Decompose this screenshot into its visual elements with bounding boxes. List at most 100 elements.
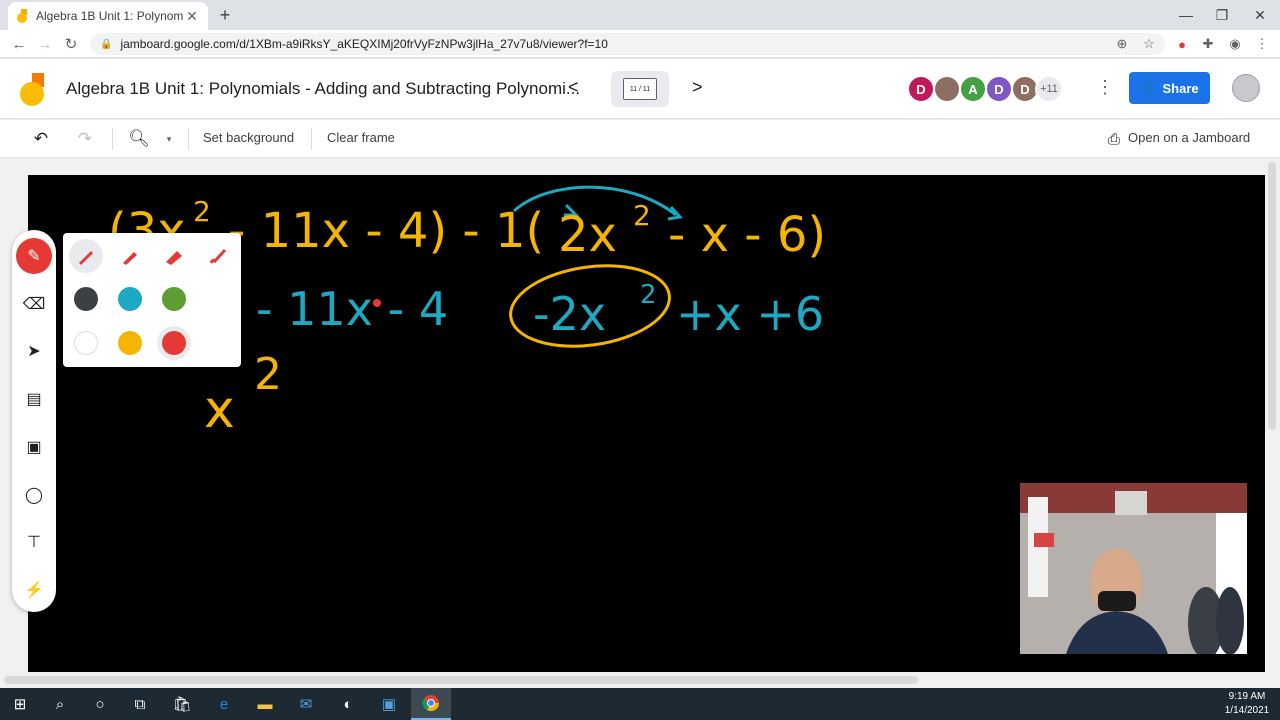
share-button[interactable]: 👤 Share — [1129, 72, 1210, 104]
pen-type-highlighter-icon[interactable] — [157, 239, 191, 273]
mail-icon[interactable]: ✉ — [286, 688, 326, 720]
search-icon[interactable]: ⌕ — [40, 688, 80, 720]
store-icon[interactable]: 🛍 — [162, 688, 202, 720]
laser-tool-icon[interactable]: ⚡ — [16, 572, 52, 608]
set-background-button[interactable]: Set background — [203, 130, 294, 145]
color-swatch-white[interactable] — [74, 331, 98, 355]
profile-icon[interactable]: ◉ — [1226, 35, 1244, 53]
more-collaborators-badge[interactable]: +11 — [1035, 75, 1063, 103]
image-tool-icon[interactable]: ▣ — [16, 429, 52, 465]
open-on-jamboard-button[interactable]: Open on a Jamboard — [1128, 130, 1250, 145]
pen-options-popover — [63, 233, 241, 367]
redo-icon[interactable]: ↷ — [74, 128, 96, 150]
hw-line2-exp: 2 — [640, 280, 657, 310]
hw-line3-exp: 2 — [254, 349, 282, 400]
frame-bar-button[interactable]: 11 / 11 — [611, 71, 669, 107]
hw-line1-exp: 2 — [633, 199, 651, 232]
extensions-puzzle-icon[interactable]: ✚ — [1199, 35, 1217, 53]
jamboard-toolbar: ↶ ↷ 🔍︎ ▾ Set background Clear frame ⎙ Op… — [0, 120, 1280, 158]
browser-menu-icon[interactable]: ⋮ — [1253, 35, 1271, 53]
task-view-icon[interactable]: ⧉ — [120, 688, 160, 720]
toolbar-divider — [112, 128, 113, 150]
hw-line1-part: - 11x - 4) - 1( — [228, 203, 544, 259]
zoom-dropdown-icon[interactable]: ▾ — [158, 128, 180, 150]
jamboard-logo-icon — [20, 73, 44, 106]
select-tool-icon[interactable]: ➤ — [16, 333, 52, 369]
remote-desktop-icon[interactable]: ▣ — [369, 688, 409, 720]
edge-browser-icon[interactable]: e — [204, 688, 244, 720]
chrome-icon[interactable] — [411, 688, 451, 720]
browser-tabstrip: Algebra 1B Unit 1: Polynomials - ✕ + — ❐… — [0, 0, 1280, 30]
close-window-icon[interactable]: ✕ — [1242, 0, 1278, 30]
pen-type-pen-icon[interactable] — [69, 239, 103, 273]
collaborator-avatar[interactable]: D — [985, 75, 1013, 103]
undo-icon[interactable]: ↶ — [30, 128, 52, 150]
close-tab-icon[interactable]: ✕ — [184, 8, 200, 25]
minimize-window-icon[interactable]: — — [1168, 0, 1204, 30]
hw-line2-right: +x +6 — [676, 287, 824, 341]
pen-tool-icon[interactable]: ✎ — [16, 238, 52, 274]
open-on-jamboard-icon[interactable]: ⎙ — [1103, 128, 1125, 150]
text-box-tool-icon[interactable]: ⊤ — [16, 524, 52, 560]
clock-date: 1/14/2021 — [1224, 705, 1270, 716]
hw-line2-right: -2x — [533, 287, 606, 341]
color-swatch-green[interactable] — [162, 287, 186, 311]
hw-line1-part: 2x — [558, 207, 617, 263]
color-swatch-blue[interactable] — [118, 287, 142, 311]
toolbar-divider — [311, 128, 312, 150]
collaborator-avatar[interactable]: A — [959, 75, 987, 103]
windows-taskbar: ⊞ ⌕ ○ ⧉ 🛍 e ▬ ✉ ◐ ▣ 9:19 AM 1/14/2021 — [0, 688, 1280, 720]
vertical-scrollbar[interactable] — [1268, 162, 1276, 430]
person-add-icon: 👤 — [1140, 80, 1157, 95]
toolbar-divider — [188, 128, 189, 150]
sticky-note-tool-icon[interactable]: ▤ — [16, 381, 52, 417]
extension-record-icon[interactable]: ● — [1173, 35, 1191, 53]
jamboard-favicon-icon — [17, 9, 27, 23]
next-frame-icon[interactable]: > — [692, 77, 703, 98]
hw-line3-x: x — [204, 380, 235, 440]
cortana-icon[interactable]: ○ — [80, 688, 120, 720]
reload-icon[interactable]: ↻ — [60, 33, 82, 55]
zoom-icon[interactable]: ⊕ — [1113, 35, 1131, 53]
webcam-overlay — [1020, 483, 1247, 654]
jam-title[interactable]: Algebra 1B Unit 1: Polynomials - Adding … — [66, 79, 580, 99]
restore-window-icon[interactable]: ❐ — [1204, 0, 1240, 30]
shape-tool-icon[interactable]: ◯ — [16, 477, 52, 513]
laser-pointer-dot — [373, 299, 381, 307]
browser-tab[interactable]: Algebra 1B Unit 1: Polynomials - ✕ — [8, 2, 208, 30]
address-bar[interactable]: 🔒 jamboard.google.com/d/1XBm-a9iRksY_aKE… — [90, 33, 1165, 55]
file-explorer-icon[interactable]: ▬ — [245, 688, 285, 720]
forward-icon[interactable]: → — [34, 33, 56, 55]
tab-title: Algebra 1B Unit 1: Polynomials - — [36, 9, 184, 23]
collaborator-avatar[interactable]: D — [907, 75, 935, 103]
tool-palette: ✎ ⌫ ➤ ▤ ▣ ◯ ⊤ ⚡ — [12, 230, 56, 612]
zoom-magnifier-icon[interactable]: 🔍︎ — [128, 128, 150, 150]
color-swatch-black[interactable] — [74, 287, 98, 311]
share-label: Share — [1162, 80, 1199, 96]
windows-start-icon[interactable]: ⊞ — [0, 688, 40, 720]
clear-frame-button[interactable]: Clear frame — [327, 130, 395, 145]
hw-line2-left: - 11x - 4 — [256, 282, 448, 336]
jamboard-header: Algebra 1B Unit 1: Polynomials - Adding … — [0, 59, 1280, 119]
more-options-icon[interactable]: ⋮ — [1096, 77, 1114, 98]
bookmark-star-icon[interactable]: ☆ — [1140, 35, 1158, 53]
system-clock[interactable]: 9:19 AM 1/14/2021 — [1218, 690, 1276, 718]
hw-line1-exp: 2 — [193, 195, 211, 228]
frame-indicator: 11 / 11 — [623, 78, 657, 100]
browser-toolbar: ← → ↻ 🔒 jamboard.google.com/d/1XBm-a9iRk… — [0, 30, 1280, 58]
new-tab-button[interactable]: + — [214, 4, 236, 26]
eraser-tool-icon[interactable]: ⌫ — [16, 286, 52, 322]
collaborator-avatar[interactable] — [933, 75, 961, 103]
screen-recorder-icon[interactable]: ◐ — [328, 688, 368, 720]
pen-type-marker-icon[interactable] — [113, 239, 147, 273]
back-icon[interactable]: ← — [8, 33, 30, 55]
previous-frame-icon[interactable]: < — [568, 77, 579, 98]
pen-type-brush-icon[interactable] — [201, 239, 235, 273]
lock-icon: 🔒 — [100, 38, 113, 50]
webcam-video-image — [1020, 483, 1247, 654]
color-swatch-yellow[interactable] — [118, 331, 142, 355]
url-text: jamboard.google.com/d/1XBm-a9iRksY_aKEQX… — [120, 37, 608, 51]
horizontal-scrollbar[interactable] — [4, 676, 918, 684]
color-swatch-red[interactable] — [162, 331, 186, 355]
account-avatar[interactable] — [1232, 74, 1260, 102]
